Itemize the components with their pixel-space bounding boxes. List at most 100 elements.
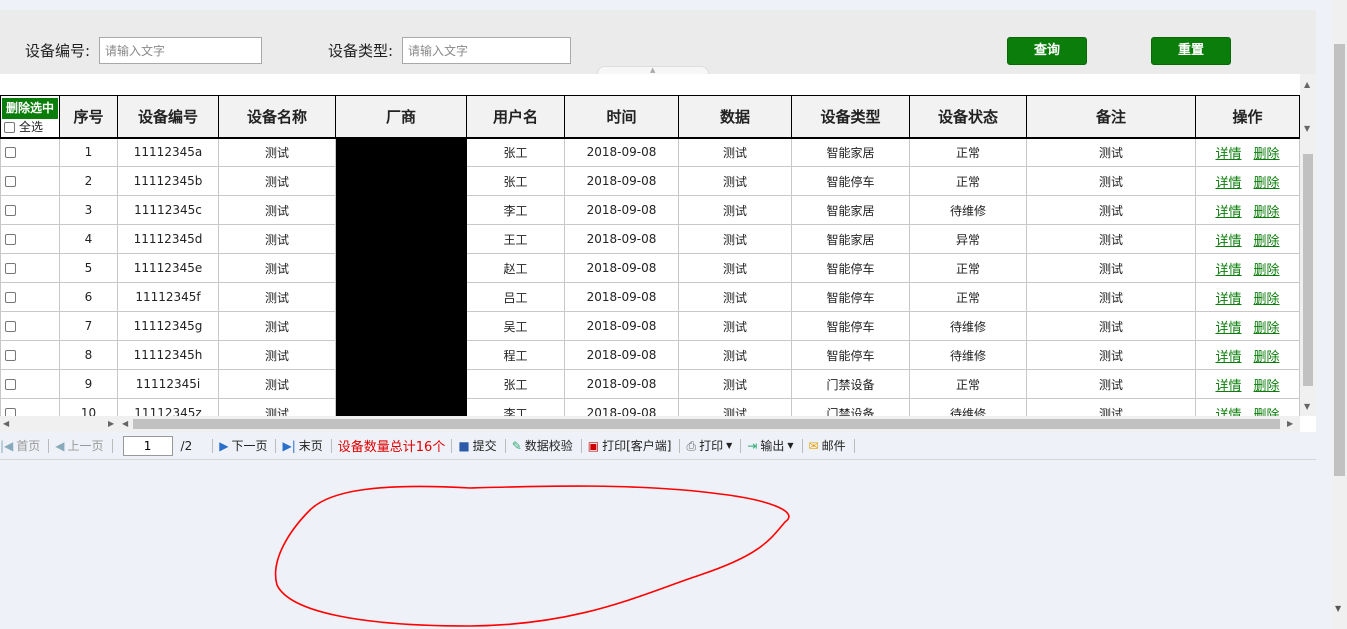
detail-link[interactable]: 详情: [1215, 176, 1241, 191]
page-scroll-thumb[interactable]: [1334, 44, 1345, 476]
table-row[interactable]: 5 11112345e 测试 赵工 2018-09-08 测试 智能停车 正常 测试 详情 删除: [0, 253, 1300, 283]
col-header-device-type[interactable]: 设备类型: [791, 95, 910, 139]
table-row[interactable]: 7 11112345g 测试 吴工 2018-09-08 测试 智能停车 待维修 测试 详情 删除: [0, 311, 1300, 341]
col-header-seq[interactable]: 序号: [59, 95, 118, 139]
detail-link[interactable]: 详情: [1215, 321, 1241, 336]
row-checkbox[interactable]: [0, 137, 60, 167]
cell-device-name: 测试: [218, 340, 336, 370]
last-page-icon: ▶|: [282, 438, 296, 453]
col-header-device-status[interactable]: 设备状态: [909, 95, 1027, 139]
scroll-down-icon[interactable]: ▼: [1304, 402, 1310, 411]
table-row[interactable]: 6 11112345f 测试 吕工 2018-09-08 测试 智能停车 正常 测试 详情 删除: [0, 282, 1300, 312]
row-checkbox[interactable]: [0, 369, 60, 399]
export-button[interactable]: ⇥ 输出 ▼: [747, 437, 793, 454]
query-button[interactable]: 查询: [1007, 37, 1087, 65]
detail-link[interactable]: 详情: [1215, 379, 1241, 394]
cell-user: 王工: [466, 224, 565, 254]
col-header-device-name[interactable]: 设备名称: [218, 95, 336, 139]
cell-vendor: [335, 340, 467, 370]
col-header-vendor[interactable]: 厂商: [335, 95, 467, 139]
delete-link[interactable]: 删除: [1254, 205, 1280, 220]
print-button[interactable]: ⎙ 打印 ▼: [686, 437, 732, 454]
total-pages: /2: [180, 438, 193, 453]
col-header-time[interactable]: 时间: [564, 95, 679, 139]
cell-vendor: [335, 253, 467, 283]
scroll-thumb[interactable]: [133, 419, 1280, 429]
device-no-input[interactable]: [99, 37, 262, 64]
delete-link[interactable]: 删除: [1254, 292, 1280, 307]
table-row[interactable]: 9 11112345i 测试 张工 2018-09-08 测试 门禁设备 正常 测试 详情 删除: [0, 369, 1300, 399]
toolbar-divider: [580, 438, 582, 453]
table-row[interactable]: 4 11112345d 测试 王工 2018-09-08 测试 智能家居 异常 测试 详情 删除: [0, 224, 1300, 254]
delete-link[interactable]: 删除: [1254, 234, 1280, 249]
col-header-data[interactable]: 数据: [678, 95, 792, 139]
row-checkbox[interactable]: [0, 195, 60, 225]
first-page-button[interactable]: |◀ 首页: [0, 437, 40, 454]
scroll-right-icon[interactable]: ▶: [1287, 419, 1293, 428]
scroll-up-icon[interactable]: ▲: [1304, 80, 1310, 89]
row-checkbox[interactable]: [0, 311, 60, 341]
row-checkbox[interactable]: [0, 253, 60, 283]
cell-device-no: 11112345d: [117, 224, 219, 254]
delete-link[interactable]: 删除: [1254, 263, 1280, 278]
validate-button[interactable]: ✎ 数据校验: [512, 437, 573, 454]
cell-remark: 测试: [1026, 311, 1196, 341]
col-header-remark[interactable]: 备注: [1026, 95, 1196, 139]
page-number-input[interactable]: [122, 435, 173, 456]
mail-button[interactable]: ✉ 邮件: [809, 437, 846, 454]
table-row[interactable]: 2 11112345b 测试 张工 2018-09-08 测试 智能停车 正常 测试 详情 删除: [0, 166, 1300, 196]
scroll-down-small-icon[interactable]: ▼: [1304, 124, 1310, 133]
scroll-right-small-icon[interactable]: ▶: [108, 419, 114, 428]
cell-device-name: 测试: [218, 369, 336, 399]
detail-link[interactable]: 详情: [1215, 234, 1241, 249]
detail-link[interactable]: 详情: [1215, 263, 1241, 278]
col-header-user[interactable]: 用户名: [466, 95, 565, 139]
delete-link[interactable]: 删除: [1254, 379, 1280, 394]
cell-data: 测试: [678, 369, 792, 399]
delete-link[interactable]: 删除: [1254, 350, 1280, 365]
col-header-device-no[interactable]: 设备编号: [117, 95, 219, 139]
cell-user: 张工: [466, 369, 565, 399]
grid-horizontal-scrollbar[interactable]: ◀ ▶ ◀ ▶: [0, 416, 1300, 432]
select-all-checkbox[interactable]: 全选: [1, 119, 59, 135]
detail-link[interactable]: 详情: [1215, 292, 1241, 307]
submit-button[interactable]: ■ 提交: [458, 437, 496, 454]
delete-link[interactable]: 删除: [1254, 147, 1280, 162]
cell-device-type: 智能家居: [791, 137, 910, 167]
cell-remark: 测试: [1026, 166, 1196, 196]
next-page-button[interactable]: ▶ 下一页: [219, 437, 267, 454]
cell-actions: 详情 删除: [1195, 137, 1300, 167]
scroll-thumb[interactable]: [1303, 154, 1313, 386]
delete-link[interactable]: 删除: [1254, 321, 1280, 336]
last-page-button[interactable]: ▶| 末页: [282, 437, 322, 454]
delete-selected-button[interactable]: 删除选中: [2, 98, 58, 119]
print-client-button[interactable]: ▣ 打印[客户端]: [588, 437, 672, 454]
detail-link[interactable]: 详情: [1215, 350, 1241, 365]
table-row[interactable]: 3 11112345c 测试 李工 2018-09-08 测试 智能家居 待维修 测试 详情 删除: [0, 195, 1300, 225]
page-vertical-scrollbar[interactable]: ▼: [1332, 0, 1347, 629]
row-checkbox[interactable]: [0, 282, 60, 312]
prev-page-button[interactable]: ◀ 上一页: [55, 437, 103, 454]
cell-device-no: 11112345b: [117, 166, 219, 196]
row-checkbox[interactable]: [0, 224, 60, 254]
cell-time: 2018-09-08: [564, 253, 679, 283]
table-row[interactable]: 8 11112345h 测试 程工 2018-09-08 测试 智能停车 待维修 测试 详情 删除: [0, 340, 1300, 370]
cell-seq: 9: [59, 369, 118, 399]
device-type-input[interactable]: [402, 37, 571, 64]
grid-vertical-scrollbar[interactable]: ▲ ▼ ▼: [1300, 74, 1316, 416]
cell-data: 测试: [678, 340, 792, 370]
checkbox-icon: [4, 122, 15, 133]
cell-device-status: 正常: [909, 137, 1027, 167]
reset-button[interactable]: 重置: [1151, 37, 1231, 65]
delete-link[interactable]: 删除: [1254, 176, 1280, 191]
table-row[interactable]: 1 11112345a 测试 张工 2018-09-08 测试 智能家居 正常 测试 详情 删除: [0, 137, 1300, 167]
scroll-left-small-icon[interactable]: ◀: [122, 419, 128, 428]
detail-link[interactable]: 详情: [1215, 147, 1241, 162]
page-scroll-down-icon[interactable]: ▼: [1335, 604, 1341, 613]
row-checkbox[interactable]: [0, 340, 60, 370]
scroll-left-icon[interactable]: ◀: [3, 419, 9, 428]
col-header-actions: 操作: [1195, 95, 1300, 139]
toolbar-divider: [111, 438, 113, 453]
row-checkbox[interactable]: [0, 166, 60, 196]
detail-link[interactable]: 详情: [1215, 205, 1241, 220]
